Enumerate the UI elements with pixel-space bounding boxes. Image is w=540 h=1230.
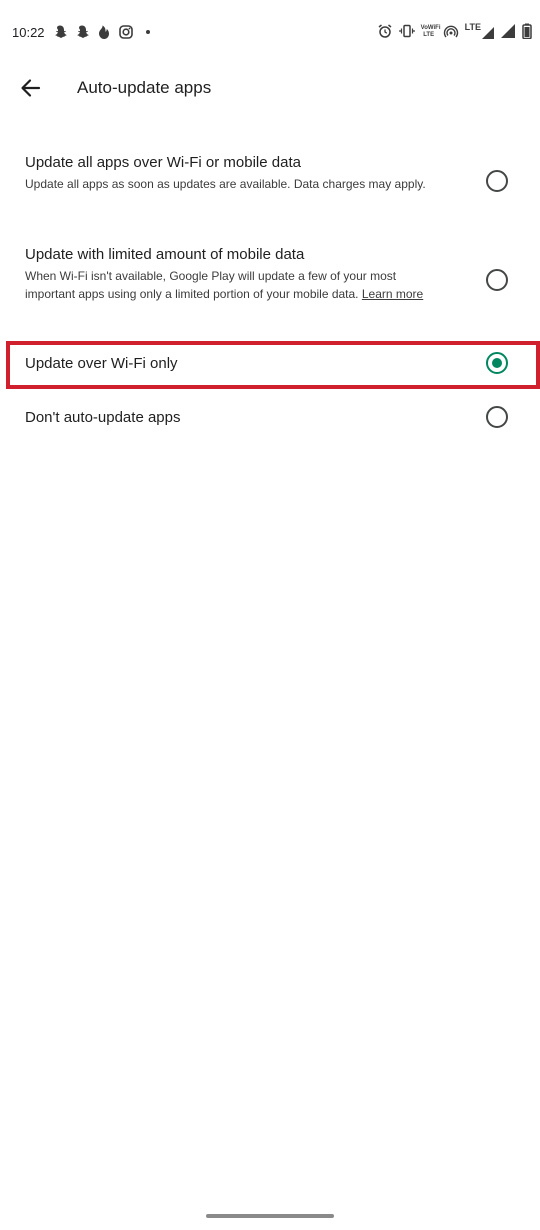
- option-wifi-only[interactable]: Update over Wi-Fi only: [0, 343, 540, 385]
- option-title: Update over Wi-Fi only: [25, 355, 178, 372]
- page-title: Auto-update apps: [77, 78, 212, 97]
- tinder-icon: [99, 25, 109, 39]
- option-title: Update all apps over Wi-Fi or mobile dat…: [25, 154, 301, 171]
- instagram-icon: [119, 25, 133, 39]
- notification-icons: [52, 24, 156, 40]
- volte-bottom-label: LTE: [423, 31, 435, 38]
- snapchat-icon: [55, 25, 67, 38]
- radio-limited-data[interactable]: [486, 269, 508, 291]
- option-description-text: When Wi-Fi isn't available, Google Play …: [25, 269, 397, 301]
- option-title: Don't auto-update apps: [25, 409, 181, 426]
- radio-wifi-only[interactable]: [486, 352, 508, 374]
- option-dont-update[interactable]: Don't auto-update apps: [0, 397, 540, 439]
- signal-icon: [501, 24, 515, 38]
- status-time: 10:22: [12, 25, 45, 40]
- system-icons: VoWiFi LTE LTE: [377, 23, 532, 39]
- option-limited-data[interactable]: Update with limited amount of mobile dat…: [0, 232, 540, 332]
- dot-icon: [146, 30, 150, 34]
- option-title: Update with limited amount of mobile dat…: [25, 246, 305, 263]
- volte-top-label: VoWiFi: [420, 24, 441, 31]
- status-bar: 10:22 VoWiFi LTE LTE: [0, 0, 540, 66]
- lte-bars-icon: [482, 27, 494, 39]
- option-description: Update all apps as soon as updates are a…: [25, 177, 426, 191]
- home-indicator[interactable]: [206, 1214, 334, 1218]
- snapchat-icon: [77, 25, 89, 38]
- volte-icon: VoWiFi LTE: [420, 24, 441, 38]
- lte-signal-icon: LTE: [465, 23, 494, 39]
- vibrate-icon: [399, 24, 415, 38]
- learn-more-link[interactable]: Learn more: [362, 287, 423, 301]
- network-label: LTE: [464, 22, 481, 32]
- back-button[interactable]: [14, 74, 46, 102]
- radio-dont-update[interactable]: [486, 406, 508, 428]
- radio-update-all[interactable]: [486, 170, 508, 192]
- arrow-back-icon: [21, 79, 41, 97]
- hotspot-icon: [443, 25, 458, 38]
- battery-icon: [522, 23, 532, 39]
- app-bar: Auto-update apps: [0, 66, 540, 110]
- option-update-all[interactable]: Update all apps over Wi-Fi or mobile dat…: [0, 140, 540, 222]
- alarm-icon: [378, 24, 392, 38]
- option-description: When Wi-Fi isn't available, Google Play …: [25, 267, 445, 303]
